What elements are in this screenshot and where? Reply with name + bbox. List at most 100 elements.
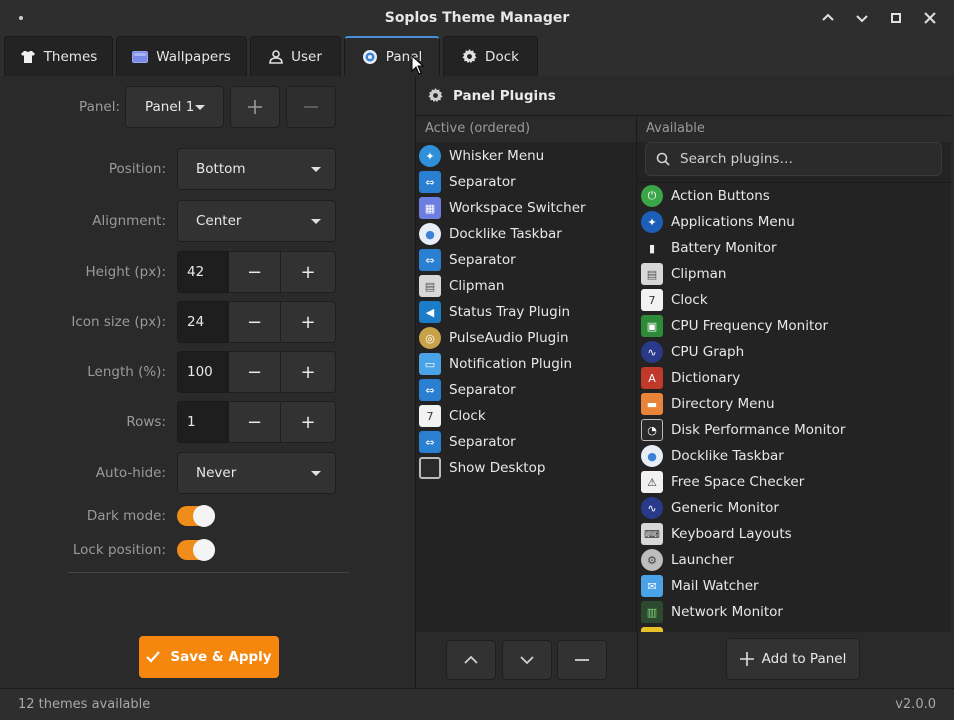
- item-label: Free Space Checker: [671, 474, 805, 490]
- separator-icon: ⇔: [419, 431, 441, 453]
- available-item[interactable]: A Dictionary: [641, 365, 740, 391]
- tab-label: Dock: [485, 48, 519, 65]
- active-item[interactable]: ⇔ Separator: [419, 429, 516, 455]
- item-label: CPU Graph: [671, 344, 745, 360]
- active-item[interactable]: ▤ Clipman: [419, 273, 504, 299]
- alignment-label: Alignment:: [92, 213, 166, 229]
- item-label: Mail Watcher: [671, 578, 759, 594]
- calendar-icon: 7: [641, 289, 663, 311]
- available-item[interactable]: 7 Clock: [641, 287, 708, 313]
- available-item[interactable]: ▬ Directory Menu: [641, 391, 775, 417]
- search-input[interactable]: Search plugins…: [645, 142, 942, 176]
- height-input[interactable]: 42: [177, 251, 228, 293]
- length-increment-button[interactable]: +: [280, 351, 336, 393]
- active-item[interactable]: ▭ Notification Plugin: [419, 351, 572, 377]
- separator-icon: ⇔: [419, 249, 441, 271]
- active-item[interactable]: ⇔ Separator: [419, 247, 516, 273]
- save-apply-button[interactable]: Save & Apply: [139, 636, 279, 678]
- iconsize-increment-button[interactable]: +: [280, 301, 336, 343]
- height-increment-button[interactable]: +: [280, 251, 336, 293]
- alignment-select[interactable]: Center: [177, 200, 336, 242]
- move-up-button[interactable]: [446, 640, 496, 680]
- alignment-select-value: Center: [196, 213, 242, 229]
- active-item[interactable]: ⇔ Separator: [419, 377, 516, 403]
- active-item[interactable]: ⇔ Separator: [419, 169, 516, 195]
- available-item[interactable]: ◔ Disk Performance Monitor: [641, 417, 845, 443]
- tab-panel[interactable]: Panel: [344, 36, 440, 76]
- item-label: Launcher: [671, 552, 734, 568]
- length-input[interactable]: 100: [177, 351, 228, 393]
- available-item[interactable]: ● Docklike Taskbar: [641, 443, 784, 469]
- length-decrement-button[interactable]: −: [228, 351, 281, 393]
- panel-plugins: Panel Plugins Active (ordered) ✦ Whisker…: [415, 76, 951, 688]
- available-item[interactable]: ∿ CPU Graph: [641, 339, 744, 365]
- panel-select[interactable]: Panel 1: [125, 86, 224, 128]
- available-item[interactable]: ∿ Generic Monitor: [641, 495, 779, 521]
- available-item[interactable]: ⚙ Launcher: [641, 547, 734, 573]
- available-item[interactable]: ⚠ Free Space Checker: [641, 469, 804, 495]
- add-to-panel-button[interactable]: Add to Panel: [726, 638, 860, 680]
- docklike-icon: ●: [419, 223, 441, 245]
- available-item[interactable]: ⏻ Action Buttons: [641, 183, 770, 209]
- active-item[interactable]: ▦ Workspace Switcher: [419, 195, 586, 221]
- autohide-select[interactable]: Never: [177, 452, 336, 494]
- available-item[interactable]: ▣ CPU Frequency Monitor: [641, 313, 828, 339]
- free-space-icon: ⚠: [641, 471, 663, 493]
- minimize-button[interactable]: [816, 8, 840, 28]
- tab-label: Wallpapers: [156, 48, 231, 65]
- tab-user[interactable]: User: [250, 36, 341, 76]
- applications-menu-icon: ✦: [641, 211, 663, 233]
- item-label: Separator: [449, 434, 516, 450]
- rows-decrement-button[interactable]: −: [228, 401, 281, 443]
- version-text: v2.0.0: [895, 697, 936, 712]
- tab-themes[interactable]: Themes: [4, 36, 113, 76]
- item-label: Action Buttons: [671, 188, 770, 204]
- remove-plugin-button[interactable]: [557, 640, 607, 680]
- maximize-button[interactable]: [884, 8, 908, 28]
- megaphone-icon: ◀: [419, 301, 441, 323]
- height-decrement-button[interactable]: −: [228, 251, 281, 293]
- active-item[interactable]: 7 Clock: [419, 403, 486, 429]
- caret-down-icon: [311, 219, 321, 224]
- plugins-footer: Add to Panel: [416, 632, 951, 688]
- mail-icon: ✉: [641, 575, 663, 597]
- available-item[interactable]: ⌨ Keyboard Layouts: [641, 521, 792, 547]
- add-panel-button[interactable]: [230, 86, 280, 128]
- active-item[interactable]: ✦ Whisker Menu: [419, 143, 544, 169]
- gear-icon: [428, 88, 443, 103]
- available-item[interactable]: ▥ Network Monitor: [641, 599, 783, 625]
- active-item[interactable]: ◎ PulseAudio Plugin: [419, 325, 569, 351]
- darkmode-toggle[interactable]: [177, 505, 215, 527]
- item-label: Dictionary: [671, 370, 741, 386]
- panel-label: Panel:: [79, 99, 120, 115]
- close-button[interactable]: [918, 8, 942, 28]
- check-icon: [146, 651, 161, 663]
- active-item[interactable]: ◀ Status Tray Plugin: [419, 299, 570, 325]
- tab-dock[interactable]: Dock: [443, 36, 538, 76]
- active-item[interactable]: Show Desktop: [419, 455, 545, 481]
- window-menu-icon[interactable]: [19, 16, 23, 20]
- mouse-cursor-icon: [411, 55, 425, 75]
- collapse-button[interactable]: [850, 8, 874, 28]
- available-item[interactable]: ✦ Applications Menu: [641, 209, 795, 235]
- active-item[interactable]: ● Docklike Taskbar: [419, 221, 562, 247]
- action-buttons-icon: ⏻: [641, 185, 663, 207]
- move-down-button[interactable]: [502, 640, 552, 680]
- lockposition-toggle[interactable]: [177, 539, 215, 561]
- minus-icon: [575, 659, 589, 661]
- tab-wallpapers[interactable]: Wallpapers: [116, 36, 247, 76]
- iconsize-decrement-button[interactable]: −: [228, 301, 281, 343]
- iconsize-input[interactable]: 24: [177, 301, 228, 343]
- darkmode-label: Dark mode:: [86, 508, 166, 524]
- available-plugins-list: Available Search plugins… ⏻ Action Button…: [637, 116, 951, 632]
- position-select[interactable]: Bottom: [177, 148, 336, 190]
- available-item[interactable]: ▮ Battery Monitor: [641, 235, 777, 261]
- chevron-down-icon: [520, 656, 534, 665]
- rows-input[interactable]: 1: [177, 401, 228, 443]
- rows-increment-button[interactable]: +: [280, 401, 336, 443]
- calendar-icon: 7: [419, 405, 441, 427]
- remove-panel-button[interactable]: [286, 86, 336, 128]
- available-item[interactable]: ▤ Clipman: [641, 261, 726, 287]
- available-item-partial[interactable]: [641, 625, 663, 632]
- available-item[interactable]: ✉ Mail Watcher: [641, 573, 759, 599]
